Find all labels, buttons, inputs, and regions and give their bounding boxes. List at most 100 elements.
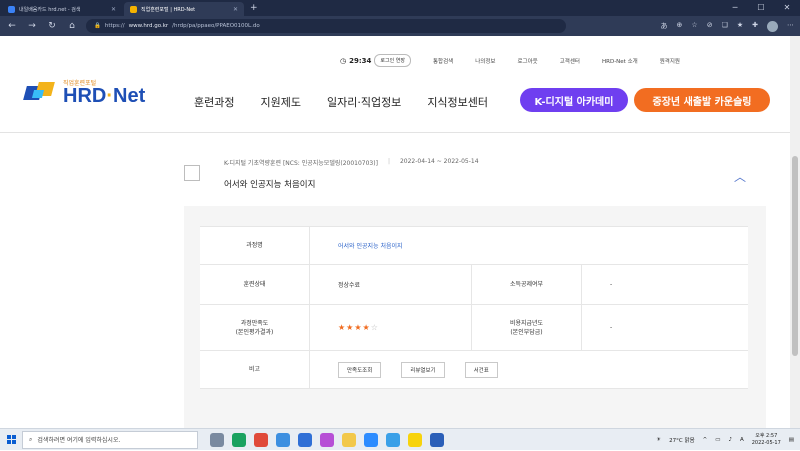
course-checkbox[interactable] [184,165,200,181]
table-row: 과정만족도 (본인평가결과) ★★★★☆ 비용지급년도 (본인부담금) - [200,305,748,351]
table-row: 비고 만족도조회 리뷰열보기 서건표 [200,351,748,389]
task-view-icon[interactable] [210,432,224,447]
tab-title: 내일배움카드 hrd.net - 검색 [19,6,81,13]
system-tray: ☀ 27°C 맑음 ^ ▭ ♪ A 오후 2:57 2022-05-17 ▤ [656,433,800,447]
profile-avatar[interactable] [767,20,778,32]
site-logo[interactable]: 직업훈련포털 HRD·Net [23,78,146,107]
table-row: 과정명 어서와 인공지능 처음이지 [200,227,748,265]
course-detail-table: 과정명 어서와 인공지능 처음이지 훈련상태 정상수료 소득공제여부 - 과정만… [200,226,748,389]
certificate-button[interactable]: 서건표 [464,361,498,378]
search-placeholder: 검색하려면 여기에 입력하십시오. [37,437,121,444]
utility-menu: ◷ 29:34 로그인 연장 통합검색 나의정보 로그아웃 고객센터 HRD-N… [340,54,680,67]
window-close-icon[interactable]: ✕ [774,0,800,16]
status-value: 정상수료 [310,265,472,304]
maximize-icon[interactable]: ☐ [748,0,774,16]
course-meta: K-디지털 기초역량훈련 [NCS: 인공지능모델링(20010703)] | … [224,158,479,167]
photos-icon[interactable] [298,432,312,447]
browser-tab-bar: 내일배움카드 hrd.net - 검색 ✕ 직업훈련포털 | HRD-Net ✕… [0,0,800,16]
session-timer: ◷ 29:34 로그인 연장 [340,54,411,67]
course-name-link[interactable]: 어서와 인공지능 처음이지 [310,227,748,264]
site-favicon-icon [8,5,15,13]
extend-login-button[interactable]: 로그인 연장 [374,54,411,67]
windows-start-icon[interactable] [0,429,22,451]
home-icon[interactable]: ⌂ [66,21,78,31]
reload-icon[interactable]: ↻ [46,21,58,31]
link-logout[interactable]: 로그아웃 [518,57,538,65]
satisfaction-label: 과정만족도 (본인평가결과) [200,305,310,350]
close-icon[interactable]: ✕ [111,6,116,13]
chrome-icon[interactable] [254,432,268,447]
collections-icon[interactable]: ❏ [722,21,728,32]
status-label: 훈련상태 [200,265,310,304]
kakaotalk-icon[interactable] [408,432,422,447]
back-icon[interactable]: ← [6,21,18,31]
app-icon[interactable] [386,432,400,447]
network-icon[interactable]: ▭ [715,437,720,443]
tray-up-icon[interactable]: ^ [703,437,708,443]
extensions-icon[interactable]: ✚ [752,21,758,32]
block-icon[interactable]: ⊘ [707,21,713,32]
browser-extensions: あ ⊕ ☆ ⊘ ❏ ★ ✚ ⋯ [661,20,794,32]
satisfaction-view-button[interactable]: 만족도조회 [338,361,382,378]
minimize-icon[interactable]: ─ [722,0,748,16]
favorites-icon[interactable]: ★ [737,21,743,32]
site-favicon-icon [130,5,137,13]
cost-label: 비용지급년도 (본인부담금) [472,305,582,350]
search-icon: ⌕ [29,435,33,443]
page-scrollbar[interactable] [790,36,800,428]
taskbar-apps [210,432,444,447]
weather-icon: ☀ [656,436,662,443]
edge-icon[interactable] [232,432,246,447]
lock-icon: 🔒 [94,23,101,29]
new-tab-icon[interactable]: + [250,2,258,16]
main-navigation: 훈련과정 지원제도 일자리·직업정보 지식정보센터 [194,94,488,110]
note-actions: 만족도조회 리뷰열보기 서건표 [310,351,748,388]
course-period: 2022-04-14 ~ 2022-05-14 [399,158,479,165]
address-toolbar: ← → ↻ ⌂ 🔒 https://www.hrd.go.kr/hrdp/pa/… [0,16,800,36]
k-digital-academy-button[interactable]: K-디지털 아카데미 [520,88,628,112]
url-bar[interactable]: 🔒 https://www.hrd.go.kr/hrdp/pa/ppaeo/PP… [86,19,566,33]
volume-icon[interactable]: ♪ [728,437,732,443]
nav-knowledge-center[interactable]: 지식정보센터 [427,94,488,110]
language-icon[interactable]: A [740,437,744,443]
clock-icon: ◷ [340,56,347,65]
browser-tab[interactable]: 내일배움카드 hrd.net - 검색 ✕ [2,2,122,16]
course-name-label: 과정명 [200,227,310,264]
zoom-app-icon[interactable] [364,432,378,447]
forward-icon[interactable]: → [26,21,38,31]
close-icon[interactable]: ✕ [233,6,238,13]
app-icon[interactable] [276,432,290,447]
timer-value: 29:34 [349,56,372,65]
url-path: /hrdp/pa/ppaeo/PPAEO0100L.do [172,23,260,29]
header-divider [0,132,790,133]
tab-title: 직업훈련포털 | HRD-Net [141,6,196,13]
link-customer-center[interactable]: 고객센터 [560,57,580,65]
logo-mark-icon [23,80,59,104]
review-view-button[interactable]: 리뷰열보기 [401,361,445,378]
favorite-icon[interactable]: ☆ [691,21,697,32]
taskbar-search-input[interactable]: ⌕ 검색하려면 여기에 입력하십시오. [22,430,198,449]
taskbar-clock[interactable]: 오후 2:57 2022-05-17 [752,433,781,447]
media-icon[interactable] [320,432,334,447]
nav-support-system[interactable]: 지원제도 [260,94,300,110]
translate-icon[interactable]: あ [661,21,668,32]
app-icon[interactable] [430,432,444,447]
folder-icon[interactable] [342,432,356,447]
nav-training-courses[interactable]: 훈련과정 [194,94,234,110]
table-row: 훈련상태 정상수료 소득공제여부 - [200,265,748,305]
star-rating-icon: ★★★★☆ [338,323,379,332]
logo-title: HRD·Net [63,85,146,107]
link-my-info[interactable]: 나의정보 [475,57,495,65]
link-unified-search[interactable]: 통합검색 [433,57,453,65]
link-about[interactable]: HRD-Net 소개 [602,57,638,65]
browser-tab-active[interactable]: 직업훈련포털 | HRD-Net ✕ [124,2,244,16]
nav-job-info[interactable]: 일자리·직업정보 [327,94,401,110]
weather-text[interactable]: 27°C 맑음 [669,436,694,444]
notification-icon[interactable]: ▤ [789,437,794,443]
chevron-up-icon[interactable]: ︿ [734,168,746,185]
zoom-icon[interactable]: ⊕ [677,21,683,32]
tax-value: - [610,281,613,288]
menu-icon[interactable]: ⋯ [787,21,794,32]
career-counseling-button[interactable]: 중장년 새출발 카운슬링 [634,88,770,112]
link-remote-support[interactable]: 원격지원 [660,57,680,65]
